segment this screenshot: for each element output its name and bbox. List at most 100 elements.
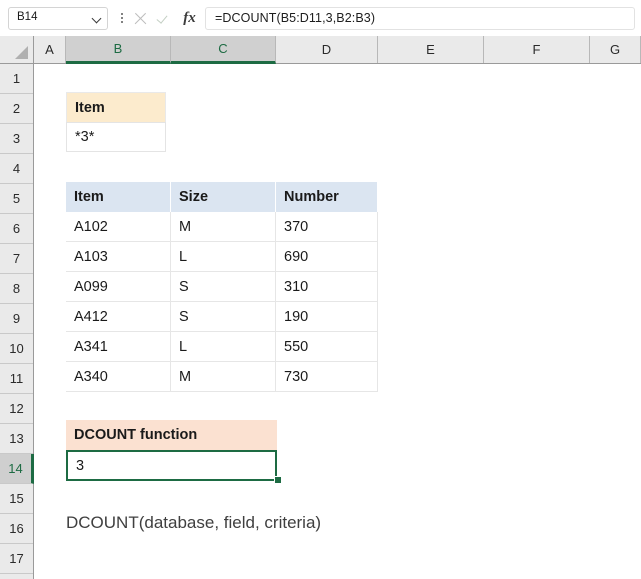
syntax-note: DCOUNT(database, field, criteria) bbox=[66, 513, 321, 533]
column-header-e[interactable]: E bbox=[378, 36, 484, 63]
table-cell-value: A340 bbox=[74, 368, 108, 385]
vertical-dots-icon[interactable] bbox=[117, 13, 127, 23]
table-cell[interactable]: 190 bbox=[276, 302, 378, 332]
row-header-14[interactable]: 14 bbox=[0, 454, 34, 484]
row-header-16[interactable]: 16 bbox=[0, 514, 33, 544]
table-cell[interactable]: A103 bbox=[66, 242, 171, 272]
row-header-15[interactable]: 15 bbox=[0, 484, 33, 514]
row-header-label: 10 bbox=[9, 341, 24, 356]
row-header-8[interactable]: 8 bbox=[0, 274, 33, 304]
row-header-label: 15 bbox=[9, 491, 24, 506]
row-header-2[interactable]: 2 bbox=[0, 94, 33, 124]
row-header-6[interactable]: 6 bbox=[0, 214, 33, 244]
table-cell[interactable]: L bbox=[171, 242, 276, 272]
table-cell[interactable]: A340 bbox=[66, 362, 171, 392]
table-cell[interactable]: M bbox=[171, 212, 276, 242]
table-cell-value: L bbox=[179, 338, 188, 355]
row-header-4[interactable]: 4 bbox=[0, 154, 33, 184]
table-cell-value: 690 bbox=[284, 248, 309, 265]
row-header-11[interactable]: 11 bbox=[0, 364, 33, 394]
table-cell-value: A412 bbox=[74, 308, 108, 325]
column-header-label: F bbox=[532, 42, 541, 57]
column-header-a[interactable]: A bbox=[34, 36, 66, 63]
chevron-down-icon[interactable] bbox=[93, 14, 102, 23]
table-header-label: Number bbox=[284, 189, 339, 205]
fx-icon[interactable]: fx bbox=[182, 10, 197, 25]
criteria-header-cell[interactable]: Item bbox=[66, 92, 166, 122]
row-header-7[interactable]: 7 bbox=[0, 244, 33, 274]
column-header-label: D bbox=[321, 42, 332, 57]
table-cell[interactable]: 730 bbox=[276, 362, 378, 392]
confirm-check-icon[interactable] bbox=[158, 12, 171, 25]
excel-worksheet-window: B14 fx =DCOUNT(B5:D11,3,B2:B3) A B C D E F G 1… bbox=[0, 0, 641, 579]
table-cell[interactable]: A102 bbox=[66, 212, 171, 242]
fill-handle[interactable] bbox=[274, 476, 282, 484]
table-header-cell[interactable]: Number bbox=[276, 182, 378, 212]
result-value-cell[interactable]: 3 bbox=[66, 450, 277, 481]
formula-bar: B14 fx =DCOUNT(B5:D11,3,B2:B3) bbox=[0, 0, 641, 36]
table-cell-value: S bbox=[179, 308, 189, 325]
row-header-17[interactable]: 17 bbox=[0, 544, 33, 574]
table-cell-value: L bbox=[179, 248, 188, 265]
criteria-value-cell[interactable]: *3* bbox=[66, 122, 166, 152]
row-header-label: 5 bbox=[12, 191, 21, 206]
row-header-label: 9 bbox=[12, 311, 21, 326]
row-header-label: 6 bbox=[12, 221, 21, 236]
syntax-note-text: DCOUNT(database, field, criteria) bbox=[66, 513, 322, 532]
row-header-label: 8 bbox=[12, 281, 21, 296]
name-box[interactable]: B14 bbox=[8, 6, 108, 30]
table-cell[interactable]: L bbox=[171, 332, 276, 362]
row-header-bar: 1 2 3 4 5 6 7 8 9 10 11 12 13 14 15 16 17 bbox=[0, 64, 34, 579]
formula-text: =DCOUNT(B5:D11,3,B2:B3) bbox=[215, 11, 376, 25]
row-header-1[interactable]: 1 bbox=[0, 64, 33, 94]
table-cell[interactable]: M bbox=[171, 362, 276, 392]
table-header-cell[interactable]: Item bbox=[66, 182, 171, 212]
column-header-b[interactable]: B bbox=[66, 36, 171, 64]
cancel-x-icon[interactable] bbox=[134, 12, 147, 25]
row-header-label: 11 bbox=[9, 371, 24, 386]
table-cell[interactable]: S bbox=[171, 302, 276, 332]
table-cell[interactable]: 370 bbox=[276, 212, 378, 242]
column-header-label: E bbox=[426, 42, 435, 57]
column-header-f[interactable]: F bbox=[484, 36, 590, 63]
result-label-cell[interactable]: DCOUNT function bbox=[66, 420, 277, 450]
table-cell-value: S bbox=[179, 278, 189, 295]
row-header-13[interactable]: 13 bbox=[0, 424, 33, 454]
table-cell-value: 730 bbox=[284, 368, 309, 385]
column-header-d[interactable]: D bbox=[276, 36, 378, 63]
row-header-5[interactable]: 5 bbox=[0, 184, 33, 214]
row-header-9[interactable]: 9 bbox=[0, 304, 33, 334]
table-cell[interactable]: 310 bbox=[276, 272, 378, 302]
row-header-label: 12 bbox=[9, 401, 24, 416]
row-header-10[interactable]: 10 bbox=[0, 334, 33, 364]
table-cell[interactable]: A099 bbox=[66, 272, 171, 302]
column-header-c[interactable]: C bbox=[171, 36, 276, 64]
select-all-corner[interactable] bbox=[0, 36, 34, 63]
row-header-label: 4 bbox=[12, 161, 21, 176]
table-cell[interactable]: 690 bbox=[276, 242, 378, 272]
worksheet-grid[interactable]: Item *3* Item Size Number A102 M 370 A103 L 690 A… bbox=[35, 64, 641, 579]
table-cell-value: M bbox=[179, 368, 192, 385]
row-header-12[interactable]: 12 bbox=[0, 394, 33, 424]
row-header-label: 3 bbox=[12, 131, 21, 146]
row-header-label: 2 bbox=[12, 101, 21, 116]
row-header-label: 1 bbox=[12, 71, 21, 86]
table-cell-value: 310 bbox=[284, 278, 309, 295]
table-cell-value: M bbox=[179, 218, 192, 235]
table-cell-value: A099 bbox=[74, 278, 108, 295]
table-header-label: Item bbox=[74, 189, 104, 205]
row-header-3[interactable]: 3 bbox=[0, 124, 33, 154]
table-cell-value: A102 bbox=[74, 218, 108, 235]
criteria-value-text: *3* bbox=[75, 129, 95, 145]
table-cell[interactable]: A341 bbox=[66, 332, 171, 362]
table-cell[interactable]: A412 bbox=[66, 302, 171, 332]
table-header-cell[interactable]: Size bbox=[171, 182, 276, 212]
table-cell[interactable]: S bbox=[171, 272, 276, 302]
formula-input[interactable]: =DCOUNT(B5:D11,3,B2:B3) bbox=[205, 6, 635, 30]
table-cell[interactable]: 550 bbox=[276, 332, 378, 362]
column-header-g[interactable]: G bbox=[590, 36, 641, 63]
name-box-value: B14 bbox=[17, 11, 38, 24]
column-header-label: G bbox=[609, 42, 621, 57]
result-value-text: 3 bbox=[76, 457, 85, 474]
table-cell-value: 550 bbox=[284, 338, 309, 355]
